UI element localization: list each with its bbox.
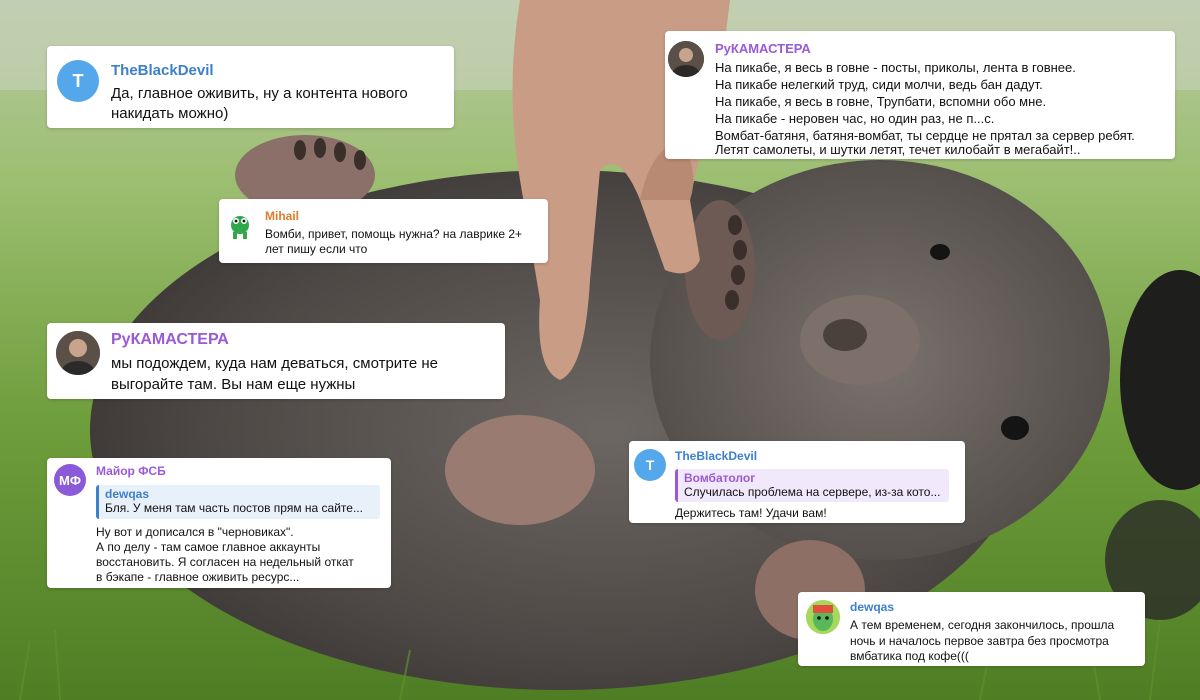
comment-author[interactable]: Майор ФСБ — [96, 464, 166, 478]
comment-text-line: Да, главное оживить, ну а контента новог… — [111, 85, 408, 102]
comment-text-line: Ну вот и дописался в "черновиках". — [96, 525, 294, 539]
comment-text-line: Вомби, привет, помощь нужна? на лаврике … — [265, 227, 523, 241]
comment-text-line: А тем временем, сегодня закончилось, про… — [850, 618, 1115, 632]
reply-quote[interactable]: dewqas Бля. У меня там часть постов прям… — [96, 485, 380, 519]
comment-text-line: На пикабе - неровен час, но один раз, не… — [715, 111, 995, 126]
comment-author[interactable]: TheBlackDevil — [675, 449, 757, 463]
avatar[interactable] — [668, 41, 704, 77]
comment-author[interactable]: РуКАМАСТЕРА — [111, 331, 229, 349]
avatar[interactable] — [225, 211, 255, 241]
comment-card: РуКАМАСТЕРА мы подождем, куда нам девать… — [47, 323, 505, 399]
comment-text-line: мы подождем, куда нам деваться, смотрите… — [111, 355, 439, 372]
comment-card: T TheBlackDevil Вомбатолог Случилась про… — [629, 441, 965, 523]
comment-text-line: вмбатика под кофе((( — [850, 649, 969, 663]
comment-text-line: ночь и началось первое завтра без просмо… — [850, 634, 1109, 648]
comment-text-line: Летят самолеты, и шутки летят, течет кил… — [715, 142, 1081, 157]
avatar-letter: МФ — [59, 472, 81, 488]
comment-author[interactable]: Mihail — [265, 209, 299, 223]
avatar[interactable] — [806, 600, 840, 634]
reply-quote[interactable]: Вомбатолог Случилась проблема на сервере… — [675, 469, 949, 502]
avatar-letter: T — [645, 457, 655, 473]
comment-card: T TheBlackDevil Да, главное оживить, ну … — [47, 46, 454, 128]
comment-text-line: Держитесь там! Удачи вам! — [675, 506, 827, 520]
comment-author[interactable]: dewqas — [850, 600, 894, 614]
comment-text-line: Вомбат-батяня, батяня-вомбат, ты сердце … — [715, 128, 1135, 143]
comment-text-line: лет пишу если что — [265, 242, 368, 256]
avatar[interactable] — [56, 331, 100, 375]
quote-text: Случилась проблема на сервере, из-за кот… — [684, 485, 941, 499]
comment-card: Mihail Вомби, привет, помощь нужна? на л… — [219, 199, 548, 263]
comment-card: dewqas А тем временем, сегодня закончило… — [798, 592, 1145, 666]
quote-author: Вомбатолог — [684, 471, 756, 485]
frog-sticker-icon — [231, 216, 249, 239]
user-photo-icon — [668, 41, 704, 77]
comment-text-line: На пикабе, я весь в говне, Трупбати, всп… — [715, 94, 1047, 109]
comment-author[interactable]: TheBlackDevil — [111, 62, 214, 79]
green-face-avatar-icon — [806, 600, 840, 634]
comment-text-line: На пикабе, я весь в говне - посты, прико… — [715, 60, 1076, 75]
avatar[interactable]: T — [57, 60, 99, 102]
avatar[interactable]: МФ — [54, 464, 86, 496]
avatar[interactable]: T — [634, 449, 666, 481]
avatar-letter: T — [72, 70, 84, 91]
quote-author: dewqas — [105, 487, 150, 501]
comment-author[interactable]: РуКАМАСТЕРА — [715, 41, 811, 56]
comment-text-line: А по делу - там самое главное аккаунты — [96, 540, 321, 554]
comment-card: МФ Майор ФСБ dewqas Бля. У меня там част… — [47, 458, 391, 588]
user-photo-icon — [56, 331, 100, 375]
comment-text-line: выгорайте там. Вы нам еще нужны — [111, 376, 356, 393]
comment-text-line: в бэкапе - главное оживить ресурс... — [96, 570, 300, 584]
comment-text-line: На пикабе нелегкий труд, сиди молчи, вед… — [715, 77, 1043, 92]
comment-card: РуКАМАСТЕРА На пикабе, я весь в говне - … — [665, 31, 1175, 159]
comment-text-line: накидать можно) — [111, 105, 229, 122]
comment-text-line: восстановить. Я согласен на недельный от… — [96, 555, 354, 569]
quote-text: Бля. У меня там часть постов прям на сай… — [105, 501, 363, 515]
